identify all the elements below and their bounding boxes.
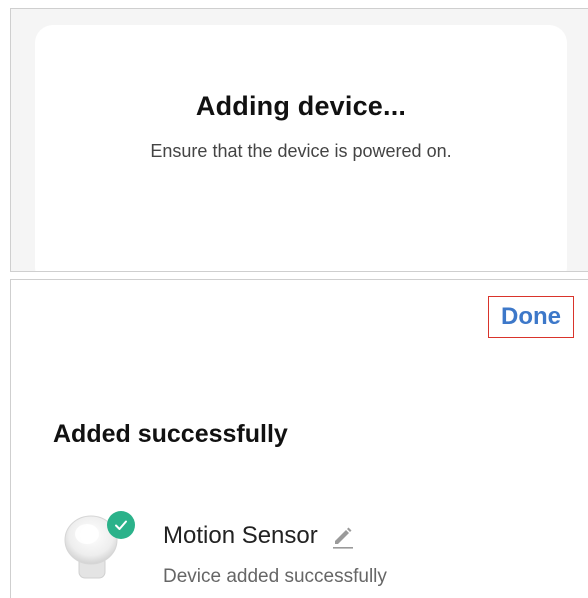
adding-device-title: Adding device... xyxy=(195,91,407,121)
added-successfully-screen: Done Added successfully Motion Sensor De… xyxy=(10,279,588,598)
check-icon xyxy=(107,511,135,539)
device-name: Motion Sensor xyxy=(163,522,318,549)
success-heading: Added successfully xyxy=(53,420,288,448)
done-button[interactable]: Done xyxy=(488,296,574,338)
adding-device-screen: Adding device... Ensure that the device … xyxy=(10,8,588,272)
device-name-row: Motion Sensor xyxy=(163,522,356,550)
adding-device-card: Adding device... Ensure that the device … xyxy=(35,25,567,271)
device-status: Device added successfully xyxy=(163,566,387,587)
adding-device-subtitle: Ensure that the device is powered on. xyxy=(150,141,452,161)
pencil-icon[interactable] xyxy=(330,523,356,549)
screenshot-root: Adding device... Ensure that the device … xyxy=(0,0,588,598)
